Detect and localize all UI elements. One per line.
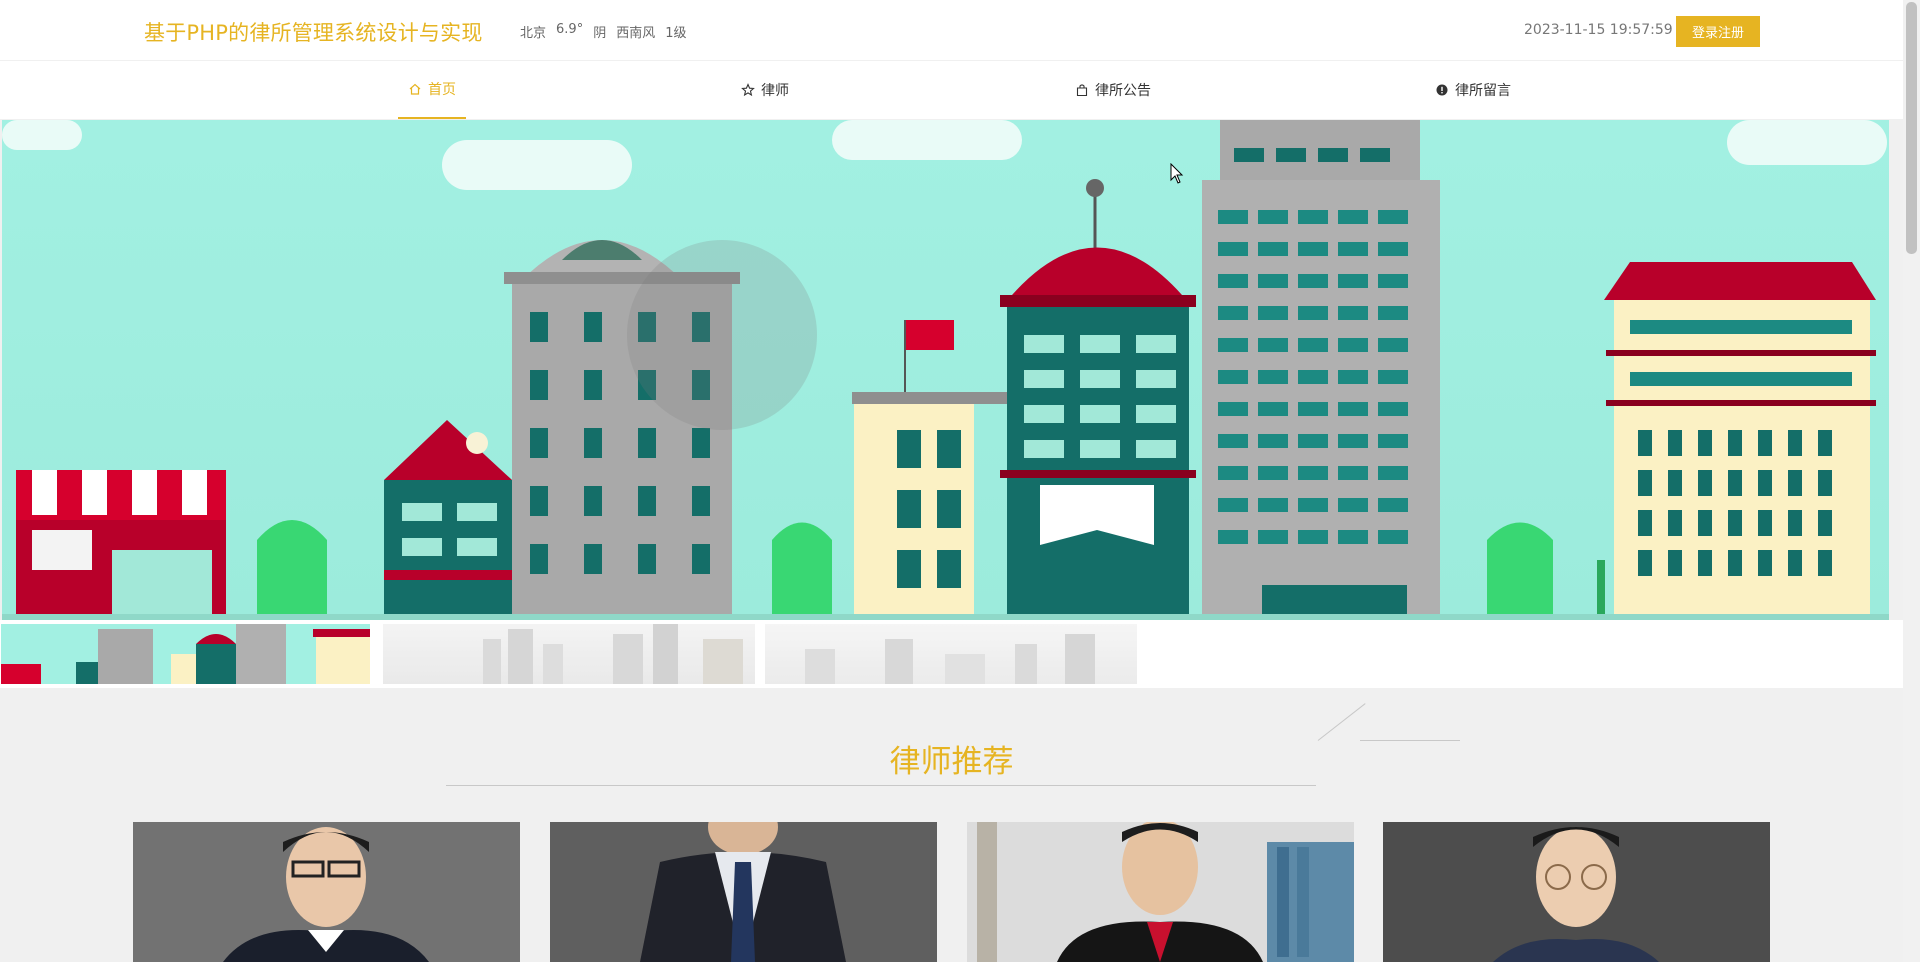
title-decoration: [1360, 740, 1460, 741]
lawyer-card-2[interactable]: [550, 822, 937, 962]
star-icon: [741, 83, 755, 97]
login-register-button[interactable]: 登录注册: [1676, 16, 1760, 47]
bag-icon: [1076, 84, 1088, 97]
nav-item-lawyers[interactable]: 律师: [741, 61, 789, 119]
nav-item-messages[interactable]: 律所留言: [1435, 61, 1511, 119]
nav-item-label: 律所留言: [1455, 83, 1511, 99]
nav-item-label: 律师: [761, 83, 789, 99]
current-datetime: 2023-11-15 19:57:59: [1524, 22, 1673, 38]
weather-wind: 西南风: [616, 26, 656, 41]
home-icon: [409, 83, 421, 95]
alert-circle-icon: [1436, 84, 1448, 96]
banner-thumb-1[interactable]: [1, 624, 370, 684]
top-bar: 基于PHP的律所管理系统设计与实现 北京 6.9° 阴 西南风 1级 2023-…: [0, 0, 1903, 61]
title-divider: [446, 785, 1316, 786]
lawyer-photo: [133, 822, 520, 962]
weather-info: 北京 6.9° 阴 西南风 1级: [520, 22, 687, 41]
city-illustration: [16, 120, 1876, 620]
lawyer-photo: [967, 822, 1354, 962]
lawyer-card-4[interactable]: [1383, 822, 1770, 962]
banner-thumb-2[interactable]: [383, 624, 755, 684]
section-title: 律师推荐: [889, 744, 1014, 780]
lawyer-card-1[interactable]: [133, 822, 520, 962]
weather-level: 1级: [665, 26, 687, 41]
nav-item-label: 首页: [428, 82, 456, 98]
lawyer-photo: [1383, 822, 1770, 962]
banner-carousel[interactable]: [2, 120, 1889, 620]
banner-thumb-3[interactable]: [765, 624, 1137, 684]
lawyer-card-3[interactable]: [967, 822, 1354, 962]
weather-temperature: 6.9°: [556, 22, 584, 37]
scrollbar-thumb[interactable]: [1906, 2, 1917, 254]
weather-city: 北京: [520, 26, 547, 41]
mouse-cursor-icon: [1170, 163, 1184, 184]
weather-condition: 阴: [593, 26, 607, 41]
nav-item-label: 律所公告: [1095, 83, 1151, 99]
lawyer-photo: [550, 822, 937, 962]
nav-item-announcements[interactable]: 律所公告: [1075, 61, 1151, 119]
main-nav: 首页 律师 律所公告 律所留言: [0, 61, 1903, 119]
nav-item-home[interactable]: 首页: [398, 61, 466, 119]
site-title[interactable]: 基于PHP的律所管理系统设计与实现: [144, 17, 483, 47]
banner-thumbnails: [0, 620, 1903, 688]
page: 基于PHP的律所管理系统设计与实现 北京 6.9° 阴 西南风 1级 2023-…: [0, 0, 1903, 962]
